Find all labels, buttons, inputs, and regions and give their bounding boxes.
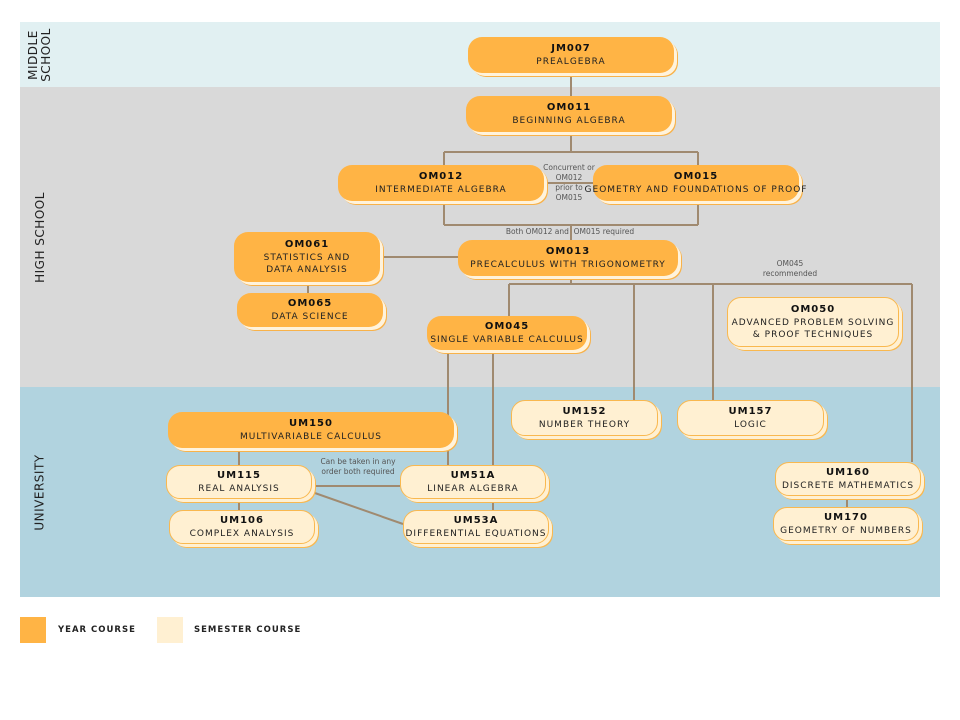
- note-om045-recommended: OM045 recommended: [762, 259, 818, 278]
- edge-om011-split: [443, 132, 699, 165]
- legend-year-label: YEAR COURSE: [58, 625, 136, 635]
- course-code: UM157: [728, 405, 773, 417]
- note-both-required: Both OM012 and OM015 required: [505, 227, 635, 236]
- course-om065: OM065 DATA SCIENCE: [237, 293, 383, 327]
- course-code: UM53A: [453, 514, 499, 526]
- edge-um115-um53a: [311, 491, 404, 525]
- course-code: OM013: [545, 245, 591, 257]
- course-um115: UM115 REAL ANALYSIS: [166, 465, 312, 499]
- course-code: OM011: [546, 101, 592, 113]
- course-name: GEOMETRY AND FOUNDATIONS OF PROOF: [584, 184, 808, 195]
- course-jm007: JM007 PREALGEBRA: [468, 37, 674, 73]
- course-name: DIFFERENTIAL EQUATIONS: [405, 528, 547, 539]
- course-code: OM065: [287, 297, 333, 309]
- note-concurrent: Concurrent or OM012 prior to OM015: [543, 163, 595, 202]
- course-code: UM106: [220, 514, 264, 526]
- course-code: OM045: [484, 320, 530, 332]
- course-name: PRECALCULUS WITH TRIGONOMETRY: [470, 259, 666, 270]
- course-om013: OM013 PRECALCULUS WITH TRIGONOMETRY: [458, 240, 678, 276]
- course-om045: OM045 SINGLE VARIABLE CALCULUS: [427, 316, 587, 350]
- course-code: UM51A: [450, 469, 496, 481]
- legend-semester-swatch: [157, 617, 183, 643]
- course-name: STATISTICS AND DATA ANALYSIS: [263, 252, 351, 275]
- course-code: OM061: [284, 238, 330, 250]
- course-name: LOGIC: [734, 419, 767, 430]
- course-code: OM050: [790, 303, 836, 315]
- course-name: COMPLEX ANALYSIS: [189, 528, 295, 539]
- course-name: DISCRETE MATHEMATICS: [781, 480, 915, 491]
- course-om061: OM061 STATISTICS AND DATA ANALYSIS: [234, 232, 380, 282]
- course-um150: UM150 MULTIVARIABLE CALCULUS: [168, 412, 454, 448]
- edge-om045-um51a: [447, 350, 494, 465]
- course-um106: UM106 COMPLEX ANALYSIS: [169, 510, 315, 544]
- course-code: UM115: [217, 469, 261, 481]
- course-name: GEOMETRY OF NUMBERS: [780, 525, 912, 536]
- course-name: MULTIVARIABLE CALCULUS: [239, 431, 382, 442]
- course-om050: OM050 ADVANCED PROBLEM SOLVING & PROOF TE…: [727, 297, 899, 347]
- course-um152: UM152 NUMBER THEORY: [511, 400, 658, 436]
- course-name: PREALGEBRA: [536, 56, 606, 67]
- legend-semester-label: SEMESTER COURSE: [194, 625, 302, 635]
- course-om015: OM015 GEOMETRY AND FOUNDATIONS OF PROOF: [585, 165, 806, 201]
- course-um53a: UM53A DIFFERENTIAL EQUATIONS: [403, 510, 549, 544]
- course-code: UM160: [826, 466, 870, 478]
- note-any-order: Can be taken in any order both required: [320, 457, 396, 476]
- course-code: UM150: [289, 417, 333, 429]
- course-name: BEGINNING ALGEBRA: [512, 115, 626, 126]
- course-name: LINEAR ALGEBRA: [427, 483, 519, 494]
- course-om011: OM011 BEGINNING ALGEBRA: [466, 96, 672, 132]
- course-name: NUMBER THEORY: [538, 419, 631, 430]
- course-um157: UM157 LOGIC: [677, 400, 824, 436]
- course-name: DATA SCIENCE: [271, 311, 349, 322]
- course-code: JM007: [551, 42, 591, 54]
- course-name: REAL ANALYSIS: [198, 483, 280, 494]
- course-code: UM170: [824, 511, 868, 523]
- course-name: ADVANCED PROBLEM SOLVING & PROOF TECHNIQ…: [731, 317, 895, 340]
- course-code: OM015: [673, 170, 719, 182]
- course-name: SINGLE VARIABLE CALCULUS: [430, 334, 584, 345]
- course-code: OM012: [418, 170, 464, 182]
- course-name: INTERMEDIATE ALGEBRA: [375, 184, 507, 195]
- course-code: UM152: [562, 405, 607, 417]
- course-um51a: UM51A LINEAR ALGEBRA: [400, 465, 546, 499]
- legend-year-swatch: [20, 617, 46, 643]
- course-om012: OM012 INTERMEDIATE ALGEBRA: [338, 165, 544, 201]
- course-um160: UM160 DISCRETE MATHEMATICS: [775, 462, 921, 496]
- course-um170: UM170 GEOMETRY OF NUMBERS: [773, 507, 919, 541]
